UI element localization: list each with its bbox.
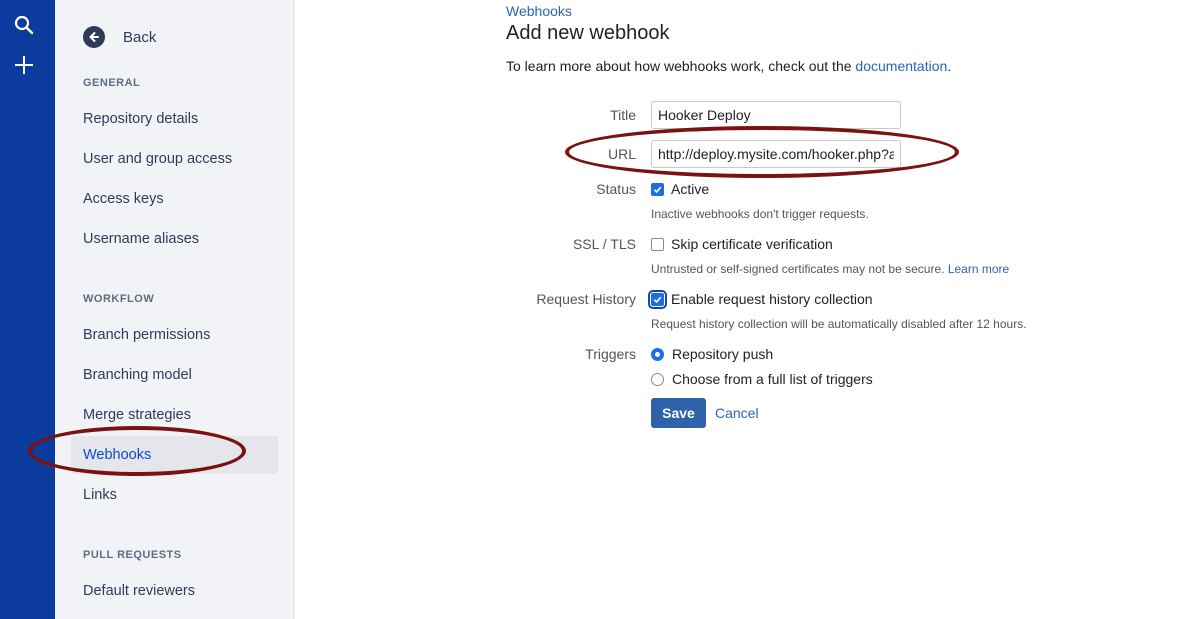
- sidebar-item-links[interactable]: Links: [71, 476, 278, 514]
- title-input[interactable]: [651, 101, 901, 129]
- global-nav: [0, 0, 55, 619]
- ssl-help-text: Untrusted or self-signed certificates ma…: [651, 262, 1009, 276]
- section-label-workflow: WORKFLOW: [83, 293, 155, 305]
- sidebar-item-username-aliases[interactable]: Username aliases: [71, 220, 278, 258]
- learn-more-link[interactable]: Learn more: [948, 262, 1009, 276]
- status-label: Status: [596, 181, 636, 197]
- sidebar-item-branch-permissions[interactable]: Branch permissions: [71, 316, 278, 354]
- request-history-label: Request History: [536, 291, 636, 307]
- skip-cert-checkbox[interactable]: [651, 237, 664, 251]
- url-input[interactable]: [651, 140, 901, 168]
- request-history-checkbox-label: Enable request history collection: [671, 291, 873, 307]
- status-help-text: Inactive webhooks don't trigger requests…: [651, 207, 869, 221]
- trigger-option-repository-push[interactable]: Repository push: [651, 346, 773, 362]
- search-icon[interactable]: [12, 13, 36, 37]
- repository-push-label: Repository push: [672, 346, 774, 362]
- triggers-label: Triggers: [585, 346, 636, 362]
- plus-icon[interactable]: [12, 53, 36, 77]
- cancel-link[interactable]: Cancel: [715, 405, 759, 421]
- request-history-checkbox-row[interactable]: Enable request history collection: [648, 289, 873, 309]
- full-list-label: Choose from a full list of triggers: [672, 371, 873, 387]
- arrow-left-icon: [83, 26, 105, 48]
- section-label-general: GENERAL: [83, 77, 141, 89]
- sidebar-item-user-and-group-access[interactable]: User and group access: [71, 140, 278, 178]
- sidebar-item-default-reviewers[interactable]: Default reviewers: [71, 572, 278, 610]
- sidebar-item-access-keys[interactable]: Access keys: [71, 180, 278, 218]
- breadcrumb-webhooks[interactable]: Webhooks: [506, 3, 572, 19]
- checkmark-icon: [653, 296, 662, 303]
- skip-cert-checkbox-label: Skip certificate verification: [671, 236, 833, 252]
- active-checkbox[interactable]: [651, 182, 664, 196]
- url-label: URL: [607, 146, 636, 162]
- ssl-help-body: Untrusted or self-signed certificates ma…: [651, 262, 948, 276]
- trigger-option-full-list[interactable]: Choose from a full list of triggers: [651, 371, 873, 387]
- active-checkbox-row[interactable]: Active: [651, 181, 709, 197]
- sidebar-item-webhooks[interactable]: Webhooks: [71, 436, 278, 474]
- intro-text: To learn more about how webhooks work, c…: [506, 58, 951, 74]
- sidebar-item-merge-strategies[interactable]: Merge strategies: [71, 396, 278, 434]
- full-list-radio[interactable]: [651, 372, 664, 386]
- page-title: Add new webhook: [506, 22, 670, 44]
- checkmark-icon: [653, 186, 662, 193]
- title-label: Title: [610, 107, 636, 123]
- intro-text-body: To learn more about how webhooks work, c…: [506, 58, 856, 74]
- intro-text-end: .: [947, 58, 952, 74]
- sidebar-item-repository-details[interactable]: Repository details: [71, 100, 278, 138]
- back-label: Back: [123, 28, 157, 46]
- settings-sidebar: Back GENERAL Repository details User and…: [55, 0, 295, 619]
- section-label-pull-requests: PULL REQUESTS: [83, 549, 182, 561]
- repository-push-radio[interactable]: [651, 347, 664, 361]
- active-checkbox-label: Active: [671, 181, 710, 197]
- request-history-help-text: Request history collection will be autom…: [651, 317, 1027, 331]
- back-button[interactable]: Back: [83, 25, 156, 49]
- documentation-link[interactable]: documentation: [855, 58, 947, 74]
- request-history-checkbox[interactable]: [648, 289, 667, 309]
- ssl-tls-label: SSL / TLS: [572, 236, 636, 252]
- save-button[interactable]: Save: [651, 398, 706, 428]
- sidebar-item-branching-model[interactable]: Branching model: [71, 356, 278, 394]
- skip-cert-checkbox-row[interactable]: Skip certificate verification: [651, 236, 833, 252]
